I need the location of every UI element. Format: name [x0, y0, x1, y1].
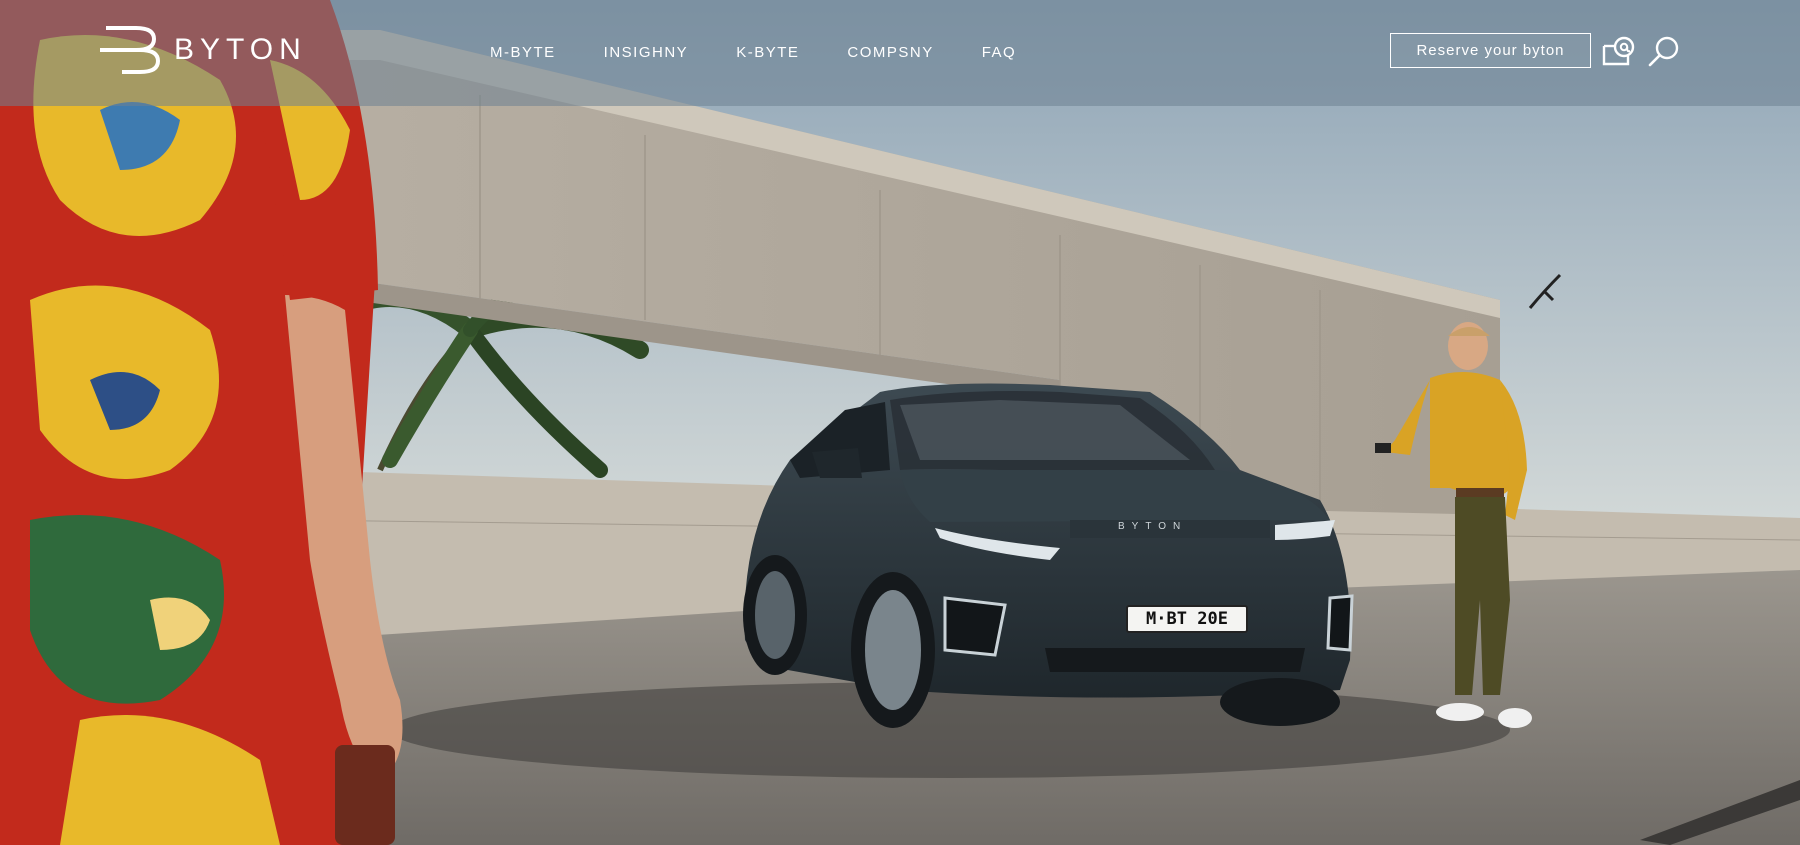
- nav-item-k-byte[interactable]: K-BYTE: [736, 44, 799, 61]
- byton-logo-icon: [100, 26, 160, 74]
- license-plate-text: M·BT 20E: [1146, 609, 1228, 629]
- reserve-button[interactable]: Reserve your byton: [1390, 33, 1591, 68]
- woman-figure: [0, 0, 403, 845]
- search-icon: [1648, 36, 1679, 67]
- mail-at-icon: [1602, 36, 1635, 66]
- nav-item-m-byte[interactable]: M-BYTE: [490, 44, 556, 61]
- hero-background-image: [0, 0, 1800, 845]
- nav-item-insighny[interactable]: INSIGHNY: [604, 44, 689, 61]
- search-button[interactable]: [1645, 34, 1683, 70]
- brand-logo[interactable]: BYTON: [100, 24, 307, 76]
- car-badge-text: BYTON: [1118, 521, 1188, 532]
- main-nav: M-BYTE INSIGHNY K-BYTE COMPSNY FAQ: [490, 44, 1016, 61]
- contact-button[interactable]: [1599, 34, 1637, 70]
- hero-section: BYTON M·BT 20E BYTON M-BYTE INSIGHNY K-B…: [0, 0, 1800, 845]
- nav-item-faq[interactable]: FAQ: [982, 44, 1017, 61]
- car-shadow: [390, 682, 1510, 778]
- brand-name: BYTON: [174, 33, 307, 66]
- nav-item-compsny[interactable]: COMPSNY: [847, 44, 933, 61]
- license-plate: M·BT 20E: [1126, 605, 1248, 633]
- top-navbar: BYTON M-BYTE INSIGHNY K-BYTE COMPSNY FAQ…: [0, 0, 1800, 106]
